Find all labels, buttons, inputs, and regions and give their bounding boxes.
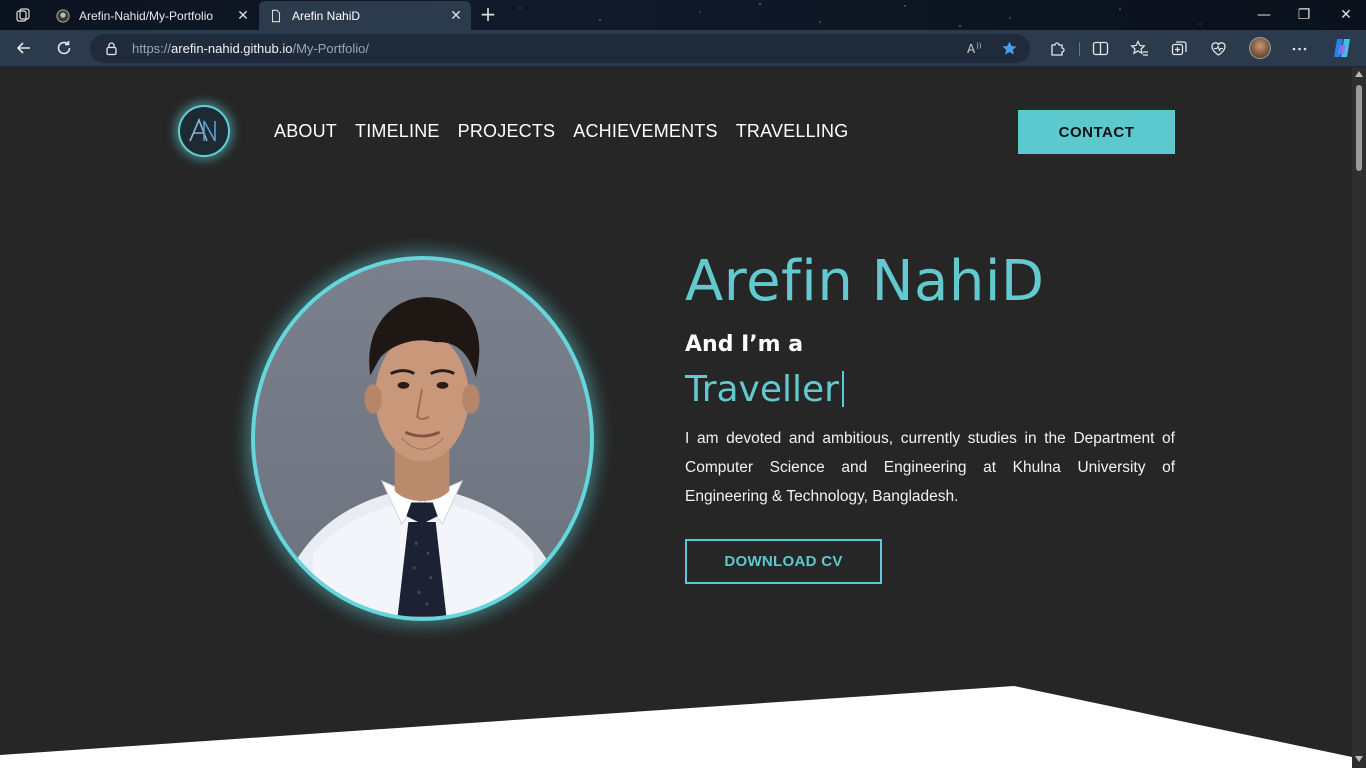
scroll-up-arrow[interactable] bbox=[1355, 71, 1363, 77]
favorite-star-icon[interactable] bbox=[1001, 40, 1018, 57]
read-aloud-icon[interactable]: A )) bbox=[966, 40, 983, 57]
nav-timeline[interactable]: TIMELINE bbox=[355, 121, 440, 142]
nav-achievements[interactable]: ACHIEVEMENTS bbox=[573, 121, 717, 142]
hero-bio: I am devoted and ambitious, currently st… bbox=[685, 430, 1175, 505]
svg-text:)): )) bbox=[976, 42, 982, 50]
collections-icon[interactable] bbox=[1170, 39, 1189, 58]
page-scrollbar[interactable] bbox=[1352, 67, 1366, 768]
tab-close-icon[interactable]: ✕ bbox=[232, 7, 254, 24]
url-path: /My-Portfolio/ bbox=[292, 41, 370, 56]
github-icon bbox=[56, 8, 70, 23]
portrait-illustration bbox=[274, 297, 571, 617]
split-screen-icon[interactable] bbox=[1091, 39, 1110, 58]
nav-about[interactable]: ABOUT bbox=[274, 121, 337, 142]
logo-monogram-icon bbox=[189, 117, 216, 142]
portfolio-page: ABOUT TIMELINE PROJECTS ACHIEVEMENTS TRA… bbox=[0, 67, 1352, 768]
hero-role: Traveller bbox=[685, 369, 844, 410]
contact-button[interactable]: CONTACT bbox=[1018, 110, 1175, 154]
typing-cursor bbox=[841, 371, 844, 407]
address-bar: https://arefin-nahid.github.io/My-Portfo… bbox=[0, 30, 1366, 67]
url-text: https://arefin-nahid.github.io/My-Portfo… bbox=[132, 41, 369, 56]
favorites-icon[interactable] bbox=[1130, 39, 1149, 58]
minimize-button[interactable]: — bbox=[1254, 6, 1274, 24]
profile-photo bbox=[251, 256, 594, 621]
browser-title-bar: Arefin-Nahid/My-Portfolio ✕ Arefin NahiD… bbox=[0, 0, 1366, 30]
scroll-thumb[interactable] bbox=[1356, 85, 1362, 171]
svg-text:A: A bbox=[967, 42, 976, 56]
section-divider-shape bbox=[0, 686, 1352, 768]
hero-intro: And I’m a bbox=[685, 332, 804, 357]
nav-projects[interactable]: PROJECTS bbox=[458, 121, 556, 142]
tab-close-icon[interactable]: ✕ bbox=[445, 7, 467, 24]
restore-button[interactable]: ❐ bbox=[1294, 6, 1314, 24]
extensions-icon[interactable] bbox=[1048, 39, 1067, 58]
toolbar-divider bbox=[1079, 42, 1080, 56]
scroll-down-arrow[interactable] bbox=[1355, 756, 1363, 762]
profile-avatar[interactable] bbox=[1249, 37, 1271, 59]
new-tab-button[interactable]: + bbox=[478, 4, 498, 24]
typed-role-text: Traveller bbox=[685, 369, 839, 410]
tab-title: Arefin-Nahid/My-Portfolio bbox=[79, 8, 214, 23]
main-nav: ABOUT TIMELINE PROJECTS ACHIEVEMENTS TRA… bbox=[274, 121, 848, 142]
tab-actions-icon[interactable] bbox=[15, 7, 31, 23]
nav-travelling[interactable]: TRAVELLING bbox=[736, 121, 849, 142]
page-icon bbox=[271, 9, 281, 22]
close-window-button[interactable]: ✕ bbox=[1336, 6, 1356, 24]
url-host: arefin-nahid.github.io bbox=[171, 41, 293, 56]
tab-github[interactable]: Arefin-Nahid/My-Portfolio ✕ bbox=[46, 1, 258, 30]
refresh-icon[interactable] bbox=[55, 39, 73, 57]
url-scheme: https:// bbox=[132, 41, 172, 56]
hero-name: Arefin NahiD bbox=[685, 249, 1045, 314]
download-cv-button[interactable]: DOWNLOAD CV bbox=[685, 539, 882, 584]
copilot-icon[interactable] bbox=[1330, 36, 1354, 60]
back-icon[interactable] bbox=[15, 39, 33, 57]
more-icon[interactable] bbox=[1290, 39, 1309, 58]
browser-essentials-icon[interactable] bbox=[1209, 39, 1228, 58]
url-field[interactable]: https://arefin-nahid.github.io/My-Portfo… bbox=[90, 34, 1030, 63]
tab-title: Arefin NahiD bbox=[292, 8, 361, 23]
lock-icon[interactable] bbox=[104, 41, 119, 56]
site-logo[interactable] bbox=[178, 105, 230, 157]
tab-portfolio[interactable]: Arefin NahiD ✕ bbox=[259, 1, 471, 30]
